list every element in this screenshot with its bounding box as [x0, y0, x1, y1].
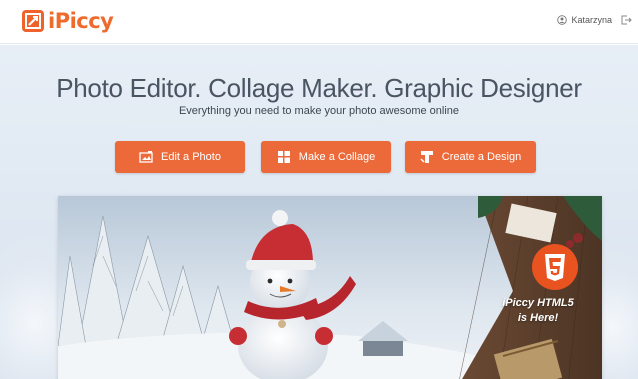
page-title: Photo Editor. Collage Maker. Graphic Des…	[56, 73, 582, 103]
top-bar: iPiccy Katarzyna	[0, 0, 638, 44]
badge-line-2: is Here!	[517, 312, 559, 324]
html5-badge-text: iPiccy HTML5 is Here!	[488, 296, 588, 326]
logo[interactable]: iPiccy	[22, 9, 114, 33]
html5-icon	[545, 254, 565, 281]
make-collage-button[interactable]: Make a Collage	[261, 141, 391, 173]
snowman-scene-image	[58, 196, 602, 379]
user-icon	[557, 15, 568, 25]
design-icon	[420, 151, 433, 163]
create-design-button[interactable]: Create a Design	[405, 141, 536, 173]
user-menu[interactable]: Katarzyna	[557, 15, 612, 25]
edit-photo-button[interactable]: Edit a Photo	[115, 141, 245, 173]
logo-text: iPiccy	[48, 9, 114, 33]
logout-icon[interactable]	[620, 14, 632, 26]
promo-banner[interactable]: iPiccy HTML5 is Here!	[58, 196, 602, 379]
photo-edit-icon	[139, 151, 153, 163]
page-subtitle: Everything you need to make your photo a…	[178, 105, 460, 117]
user-name: Katarzyna	[571, 15, 612, 25]
collage-icon	[277, 151, 290, 163]
edit-photo-label: Edit a Photo	[161, 151, 221, 163]
logo-icon	[22, 10, 44, 32]
make-collage-label: Make a Collage	[298, 151, 376, 163]
hero-section: Photo Editor. Collage Maker. Graphic Des…	[0, 45, 638, 379]
create-design-label: Create a Design	[441, 151, 522, 163]
badge-line-1: iPiccy HTML5	[502, 297, 574, 309]
